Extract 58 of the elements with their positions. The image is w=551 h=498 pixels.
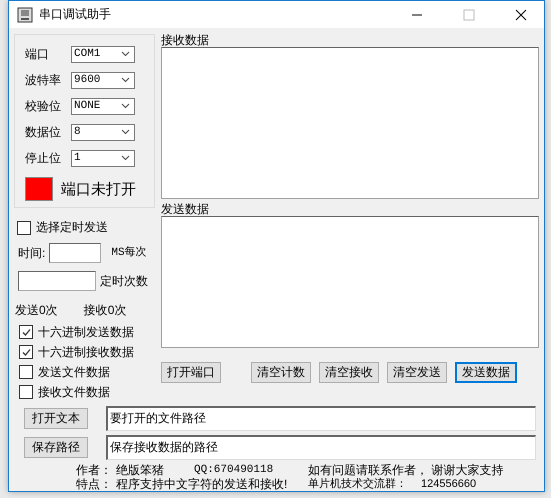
group-title: 发送数据 [161,203,210,215]
setting-label: 数据位 [25,124,62,140]
footer-text: 作者： [76,463,113,477]
footer-text: 绝版笨猪 [116,463,165,477]
action-button[interactable]: 清空计数 [251,362,311,383]
caret-icon [121,77,130,83]
counter-text: 发送0次 [15,303,58,318]
action-button[interactable]: 打开端口 [161,362,221,383]
footer-text: 如有问题请联系作者， 谢谢大家支持 [308,463,504,477]
count-label: 定时次数 [100,274,148,288]
interval-label: 时间: [18,246,46,260]
setting-dropdown[interactable]: 8 [71,124,135,140]
setting-dropdown[interactable]: COM1 [71,46,135,62]
setting-dropdown[interactable]: NONE [71,98,135,114]
checkbox[interactable] [19,365,33,379]
interval-unit: MS每次 [111,246,147,260]
caret-icon [121,129,130,135]
counter-text: 接收0次 [84,303,126,318]
close-icon[interactable] [515,8,527,20]
footer-text: 单片机技术交流群： [308,477,408,491]
checkbox-label: 选择定时发送 [36,220,108,235]
send-area[interactable] [161,216,539,348]
port-status: 端口未打开 [61,182,136,196]
setting-label: 停止位 [25,150,62,166]
group-title: 接收数据 [161,34,210,46]
count-field[interactable] [18,271,96,291]
check-icon [20,326,32,338]
path-field[interactable]: 要打开的文件路径 [106,406,536,431]
checkbox-label: 十六进制接收数据 [38,344,134,360]
caret-icon [121,155,130,161]
caret-icon [121,51,130,57]
file-button[interactable]: 保存路径 [24,437,88,458]
checkbox[interactable] [17,220,31,234]
check-icon [20,346,32,358]
window-title: 串口调试助手 [39,6,111,23]
checkbox[interactable] [19,325,33,339]
footer-text: 特点： [76,477,113,491]
caret-icon [121,103,130,109]
setting-label: 校验位 [25,98,62,114]
setting-dropdown[interactable]: 9600 [71,72,135,88]
setting-label: 端口 [25,46,50,62]
footer-text: 程序支持中文字符的发送和接收! [116,477,288,491]
action-button[interactable]: 发送数据 [455,362,517,383]
setting-dropdown[interactable]: 1 [71,150,135,166]
checkbox-label: 十六进制发送数据 [38,324,134,340]
checkbox-label: 接收文件数据 [38,384,110,400]
interval-field[interactable] [49,243,102,263]
checkbox[interactable] [19,385,33,399]
checkbox[interactable] [19,345,33,359]
file-button[interactable]: 打开文本 [24,408,88,429]
action-button[interactable]: 清空接收 [319,362,379,383]
path-field[interactable]: 保存接收数据的路径 [106,435,536,460]
app-icon [17,6,33,22]
footer-text: 124556660 [421,477,478,491]
footer-text: QQ:670490118 [194,463,274,477]
checkbox-label: 发送文件数据 [38,364,110,380]
setting-label: 波特率 [25,72,62,88]
action-button[interactable]: 清空发送 [387,362,447,383]
